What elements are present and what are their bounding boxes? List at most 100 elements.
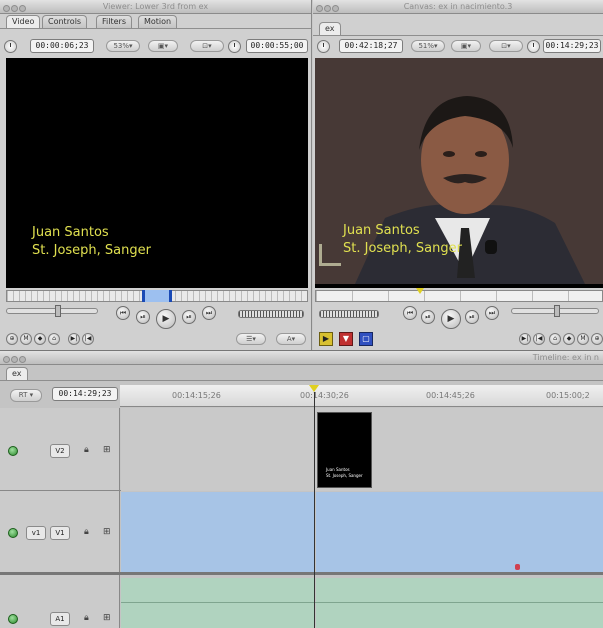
ruler-tick-4: 00:15:00;2 bbox=[546, 391, 590, 400]
canvas-mark-clip-button[interactable]: M bbox=[577, 333, 589, 345]
canvas-play-around-button[interactable]: ⏯ bbox=[465, 310, 479, 324]
v1-lock-icon[interactable]: 🔒︎ bbox=[84, 527, 89, 537]
canvas-titlebar[interactable]: Canvas: ex in nacimiento.3 bbox=[313, 0, 603, 14]
a1-waveform-line bbox=[121, 602, 603, 603]
v1-clip-left[interactable] bbox=[121, 492, 315, 572]
canvas-duration-timecode[interactable]: 00:42:18;27 bbox=[339, 39, 403, 53]
clip-thumb-title: St. Joseph, Sanger bbox=[326, 473, 363, 478]
viewer-overlay-popup[interactable]: ⊡▾ bbox=[190, 40, 224, 52]
timeline-ruler[interactable]: 00:14:15;26 00:14:30;26 00:14:45;26 00:1… bbox=[120, 385, 603, 407]
viewer-in-out-marker[interactable] bbox=[142, 290, 172, 302]
viewer-play-around-button[interactable]: ⏯ bbox=[182, 310, 196, 324]
viewer-play-in-out-button[interactable]: ⏯ bbox=[136, 310, 150, 324]
canvas-playhead-marker[interactable] bbox=[416, 288, 424, 294]
canvas-jog-control[interactable] bbox=[319, 310, 379, 318]
viewer-out-point-icon[interactable] bbox=[169, 290, 172, 302]
v2-lock-icon[interactable]: 🔒︎ bbox=[84, 445, 89, 455]
viewer-shuttle-knob[interactable] bbox=[55, 305, 61, 317]
viewer-jog-control[interactable] bbox=[238, 310, 304, 318]
tab-canvas-ex[interactable]: ex bbox=[319, 22, 341, 35]
canvas-mark-out-button[interactable]: |◀ bbox=[533, 333, 545, 345]
a1-clip-right[interactable] bbox=[316, 578, 603, 628]
a1-autoselect-icon[interactable]: ⊞ bbox=[103, 613, 111, 623]
canvas-mark-in-button[interactable]: ▶| bbox=[519, 333, 531, 345]
canvas-lower-third-title: St. Joseph, Sanger bbox=[343, 241, 462, 256]
canvas-zoom-popup[interactable]: 51%▾ bbox=[411, 40, 445, 52]
canvas-play-button[interactable]: ▶ bbox=[441, 309, 461, 329]
microphone bbox=[485, 240, 497, 254]
viewer-mark-clip-button[interactable]: M bbox=[20, 333, 32, 345]
viewer-mark-in-button[interactable]: ▶| bbox=[68, 333, 80, 345]
v1-clip-right[interactable] bbox=[316, 492, 603, 572]
canvas-scrubber-bar[interactable] bbox=[315, 290, 603, 302]
timeline-window: Timeline: ex in n ex RT ▾ 00:14:29;23 00… bbox=[0, 350, 603, 628]
viewer-next-edit-button[interactable]: ⏭ bbox=[202, 306, 216, 320]
tab-controls[interactable]: Controls bbox=[42, 15, 88, 28]
viewer-in-point-icon[interactable] bbox=[142, 290, 145, 302]
window-buttons[interactable] bbox=[3, 354, 27, 368]
viewer-titlebar[interactable]: Viewer: Lower 3rd from ex bbox=[0, 0, 311, 14]
tab-filters[interactable]: Filters bbox=[96, 15, 132, 28]
ruler-tick-2: 00:14:30;26 bbox=[300, 391, 349, 400]
canvas-match-frame-button[interactable]: ⊕ bbox=[591, 333, 603, 345]
viewer-position-clock-icon bbox=[228, 40, 241, 53]
v2-autoselect-icon[interactable]: ⊞ bbox=[103, 445, 111, 455]
canvas-position-clock-icon bbox=[527, 40, 540, 53]
canvas-add-keyframe-button[interactable]: ◆ bbox=[563, 333, 575, 345]
tab-timeline-ex[interactable]: ex bbox=[6, 367, 28, 380]
canvas-view-popup[interactable]: ▣▾ bbox=[451, 40, 481, 52]
timeline-titlebar[interactable]: Timeline: ex in n bbox=[0, 351, 603, 365]
v1-dest-patch[interactable]: V1 bbox=[50, 526, 70, 540]
canvas-shuttle-knob[interactable] bbox=[554, 305, 560, 317]
v2-dest-patch[interactable]: V2 bbox=[50, 444, 70, 458]
timeline-playhead-icon[interactable] bbox=[309, 385, 319, 392]
a1-clip-left[interactable] bbox=[121, 578, 315, 628]
canvas-shuttle-slider[interactable] bbox=[511, 305, 599, 317]
viewer-mark-out-button[interactable]: |◀ bbox=[82, 333, 94, 345]
v2-lower-third-clip[interactable]: Juan Santos St. Joseph, Sanger bbox=[317, 412, 372, 488]
viewer-lower-third-name: Juan Santos bbox=[32, 225, 109, 240]
viewer-generator-popup[interactable]: A▾ bbox=[276, 333, 306, 345]
viewer-zoom-popup[interactable]: 53%▾ bbox=[106, 40, 140, 52]
a1-dest-patch[interactable]: A1 bbox=[50, 612, 70, 626]
canvas-next-edit-button[interactable]: ⏭ bbox=[485, 306, 499, 320]
viewer-match-frame-button[interactable]: ⊕ bbox=[6, 333, 18, 345]
viewer-window: Viewer: Lower 3rd from ex Video Controls… bbox=[0, 0, 312, 350]
viewer-view-popup[interactable]: ▣▾ bbox=[148, 40, 178, 52]
viewer-play-button[interactable]: ▶ bbox=[156, 309, 176, 329]
v1-source-patch[interactable]: v1 bbox=[26, 526, 46, 540]
viewer-prev-edit-button[interactable]: ⏮ bbox=[116, 306, 130, 320]
canvas-lower-third-name: Juan Santos bbox=[343, 223, 420, 238]
canvas-overlay-popup[interactable]: ⊡▾ bbox=[489, 40, 523, 52]
canvas-play-in-out-button[interactable]: ⏯ bbox=[421, 310, 435, 324]
canvas-insert-edit-button[interactable]: ▶ bbox=[319, 332, 333, 346]
viewer-recent-clips-popup[interactable]: ☰▾ bbox=[236, 333, 266, 345]
canvas-video-area[interactable]: Juan Santos St. Joseph, Sanger bbox=[315, 58, 603, 288]
a1-lock-icon[interactable]: 🔒︎ bbox=[84, 613, 89, 623]
tab-video[interactable]: Video bbox=[6, 15, 41, 28]
viewer-position-timecode[interactable]: 00:00:55;00 bbox=[246, 39, 308, 53]
canvas-replace-edit-button[interactable]: ▢ bbox=[359, 332, 373, 346]
canvas-prev-edit-button[interactable]: ⏮ bbox=[403, 306, 417, 320]
timeline-title: Timeline: ex in n bbox=[532, 353, 599, 362]
tab-motion[interactable]: Motion bbox=[138, 15, 178, 28]
canvas-position-timecode[interactable]: 00:14:29;23 bbox=[543, 39, 601, 53]
v1-autoselect-icon[interactable]: ⊞ bbox=[103, 527, 111, 537]
viewer-duration-timecode[interactable]: 00:00:06;23 bbox=[30, 39, 94, 53]
viewer-add-marker-button[interactable]: ⌂ bbox=[48, 333, 60, 345]
v1-clip-edge-marker bbox=[515, 564, 520, 570]
canvas-title: Canvas: ex in nacimiento.3 bbox=[403, 2, 513, 11]
viewer-add-keyframe-button[interactable]: ◆ bbox=[34, 333, 46, 345]
canvas-add-marker-button[interactable]: ⌂ bbox=[549, 333, 561, 345]
window-buttons[interactable] bbox=[316, 3, 340, 17]
tab-separator bbox=[313, 35, 603, 36]
rt-popup[interactable]: RT ▾ bbox=[10, 389, 42, 402]
v1-track-visibility-icon[interactable] bbox=[8, 528, 18, 538]
v2-track-visibility-icon[interactable] bbox=[8, 446, 18, 456]
viewer-title: Viewer: Lower 3rd from ex bbox=[102, 2, 209, 11]
timeline-current-timecode[interactable]: 00:14:29;23 bbox=[52, 387, 118, 401]
canvas-overwrite-edit-button[interactable]: ▼ bbox=[339, 332, 353, 346]
viewer-shuttle-slider[interactable] bbox=[6, 305, 98, 317]
a1-track-audio-icon[interactable] bbox=[8, 614, 18, 624]
viewer-video-area[interactable]: Juan Santos St. Joseph, Sanger bbox=[6, 58, 308, 288]
